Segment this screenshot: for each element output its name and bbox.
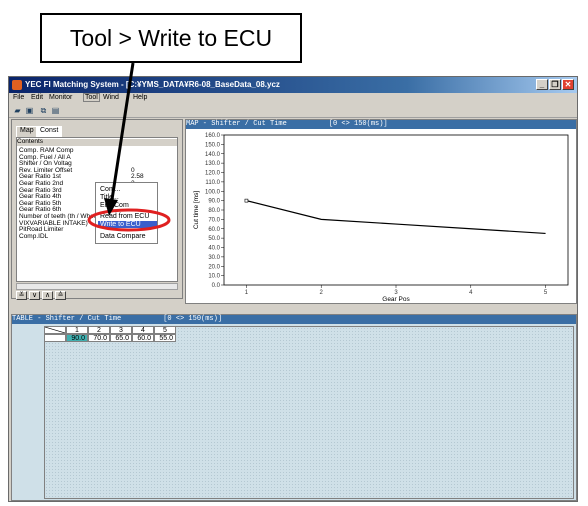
menu-item-com[interactable]: Com...	[100, 186, 121, 193]
menu-bar: File Edit Monitor Tool Wind Help	[9, 93, 577, 104]
y-tick-label: 60.0	[208, 227, 220, 233]
table-cell[interactable]: 70.0	[88, 334, 110, 342]
table-column-header: 4	[132, 326, 154, 334]
y-tick-label: 80.0	[208, 208, 220, 214]
map-panel: MAP - Shifter / Cut Time [0 <> 150(ms)] …	[185, 119, 577, 304]
x-axis-label: Gear Pos	[382, 296, 410, 303]
table-corner-cell	[44, 326, 66, 334]
data-point	[244, 198, 249, 203]
table-column-header: 3	[110, 326, 132, 334]
menu-item-title[interactable]: Title...	[100, 194, 119, 201]
y-tick-label: 20.0	[208, 264, 220, 270]
highlight-ellipse	[87, 208, 171, 232]
x-tick-label: 2	[320, 290, 324, 296]
table-column-header: 5	[154, 326, 176, 334]
y-tick-label: 140.0	[205, 152, 221, 158]
callout-label: Tool > Write to ECU	[40, 13, 302, 63]
y-axis-label: Cut time [ms]	[193, 191, 200, 229]
table-cell[interactable]: 65.0	[110, 334, 132, 342]
table-panel: TABLE - Shifter / Cut Time [0 <> 150(ms)…	[11, 314, 577, 501]
toolbar: ▰ ▣ ⧉ ▤	[9, 104, 577, 118]
tab-map[interactable]: Map	[16, 126, 38, 137]
table-column-header: 2	[88, 326, 110, 334]
menu-edit[interactable]: Edit	[31, 94, 43, 101]
menu-file[interactable]: File	[13, 94, 24, 101]
map-panel-title: MAP - Shifter / Cut Time [0 <> 150(ms)]	[186, 120, 576, 129]
y-tick-label: 40.0	[208, 246, 220, 252]
window-title: YEC FI Matching System - [C:¥YMS_DATA¥R6…	[25, 80, 280, 89]
y-tick-label: 90.0	[208, 199, 220, 205]
y-tick-label: 150.0	[205, 142, 221, 148]
list-item-label: Comp.IDL	[19, 232, 49, 240]
y-tick-label: 30.0	[208, 255, 220, 261]
plot-area	[223, 134, 569, 286]
horizontal-scrollbar[interactable]	[16, 283, 178, 290]
scroll-down-icon[interactable]: ∨	[29, 291, 40, 300]
y-tick-label: 100.0	[205, 189, 221, 195]
paste-icon[interactable]: ▤	[51, 106, 60, 115]
cut-time-chart: 0.0 10.0 20.0 30.0 40.0 50.0 60.0 70.0 80.0 90.0 1…	[193, 133, 569, 303]
title-bar: YEC FI Matching System - [C:¥YMS_DATA¥R6…	[9, 77, 577, 93]
y-tick-label: 130.0	[205, 161, 221, 167]
app-icon	[12, 80, 22, 90]
y-tick-label: 110.0	[205, 180, 220, 186]
save-icon[interactable]: ▣	[25, 106, 34, 115]
y-tick-label: 120.0	[205, 171, 221, 177]
app-window: YEC FI Matching System - [C:¥YMS_DATA¥R6…	[8, 76, 578, 502]
table-row-header	[44, 334, 66, 342]
list-item[interactable]: Comp.IDL0.00	[19, 232, 144, 240]
y-tick-label: 70.0	[208, 217, 220, 223]
list-header: Contents	[17, 138, 177, 146]
menu-tool[interactable]: Tool	[83, 93, 100, 102]
table-cell[interactable]: 90.0	[66, 334, 88, 342]
menu-item-data-compare[interactable]: Data Compare	[100, 233, 146, 240]
scroll-up-icon[interactable]: ∧	[42, 291, 53, 300]
y-tick-label: 160.0	[205, 133, 221, 139]
minimize-button[interactable]: _	[536, 79, 548, 90]
x-tick-label: 5	[544, 290, 548, 296]
tab-const[interactable]: Const	[36, 126, 63, 137]
table-panel-title: TABLE - Shifter / Cut Time [0 <> 150(ms)…	[12, 315, 576, 324]
scroll-bottom-icon[interactable]: ≚	[16, 291, 27, 300]
table-cell[interactable]: 55.0	[154, 334, 176, 342]
table-cell[interactable]: 60.0	[132, 334, 154, 342]
x-tick-label: 4	[469, 290, 473, 296]
table-column-header: 1	[66, 326, 88, 334]
scroll-top-icon[interactable]: ≙	[55, 291, 66, 300]
x-tick-label: 1	[245, 290, 249, 296]
y-tick-label: 50.0	[208, 236, 220, 242]
table-grid	[44, 326, 574, 499]
y-tick-label: 0.0	[212, 283, 221, 289]
close-button[interactable]: ✕	[562, 79, 574, 90]
restore-button[interactable]: ❐	[549, 79, 561, 90]
copy-icon[interactable]: ⧉	[39, 106, 48, 115]
menu-window[interactable]: Wind	[103, 94, 119, 101]
menu-monitor[interactable]: Monitor	[49, 94, 72, 101]
y-tick-label: 10.0	[208, 274, 220, 280]
open-icon[interactable]: ▰	[13, 106, 22, 115]
menu-help[interactable]: Help	[133, 94, 147, 101]
